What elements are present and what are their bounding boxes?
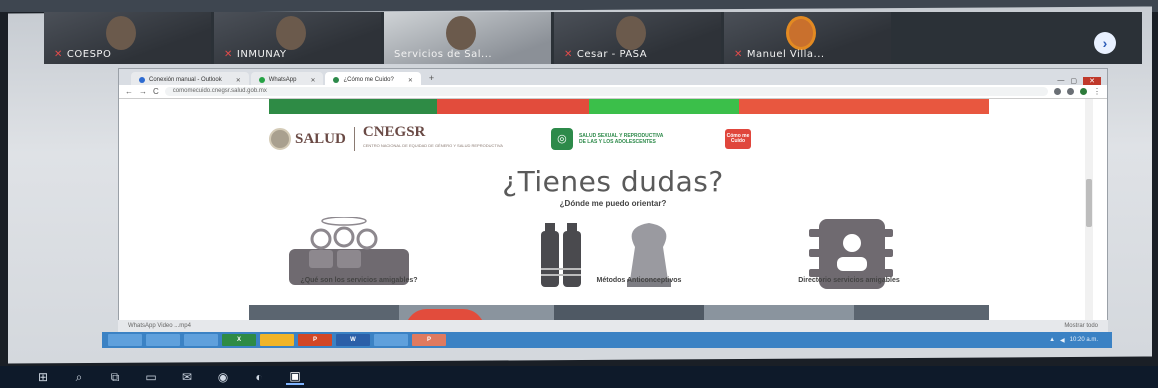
tab-bar: Conexión manual - Outlook ✕ WhatsApp ✕ ¿Có…: [119, 69, 1107, 85]
mail-icon[interactable]: ✉: [178, 370, 196, 384]
powerpoint-icon[interactable]: P: [298, 334, 332, 346]
downloads-bar: WhatsApp Video ...mp4 Mostrar todo: [118, 320, 1108, 332]
reload-icon[interactable]: C: [153, 87, 159, 96]
page-title: ¿Tienes dudas?: [502, 165, 724, 198]
clock[interactable]: 10:20 a.m.: [1070, 337, 1098, 344]
windows-taskbar: ⊞ ⌕ ⧉ ▭ ✉ ◉ ◐ ▣: [0, 366, 1158, 388]
participant-tile[interactable]: ✕ Cesar - PASA: [554, 12, 721, 64]
page-scrollbar[interactable]: [1085, 99, 1093, 331]
system-tray: ▲ ◀ 10:20 a.m.: [1049, 337, 1112, 344]
close-icon[interactable]: ✕: [236, 77, 241, 84]
participant-name: ✕ COESPO: [54, 49, 112, 60]
participant-name: ✕ INMUNAY: [224, 49, 287, 60]
taskbar-app-icon[interactable]: [146, 334, 180, 346]
close-icon[interactable]: ✕: [408, 77, 413, 84]
page-subtitle: ¿Dónde me puedo orientar?: [559, 199, 667, 208]
web-page: SALUD CNEGSR CENTRO NACIONAL DE EQUIDAD …: [119, 99, 1107, 331]
maximize-icon[interactable]: ▢: [1070, 77, 1077, 85]
como-me-cuido-logo[interactable]: Cómo me Cuido: [724, 129, 751, 149]
chrome-icon[interactable]: ◉: [214, 370, 232, 384]
participant-name: Servicios de Sal...: [394, 49, 493, 60]
participant-strip: ✕ COESPO ✕ INMUNAY Servicios de Sal... ✕ Ce…: [44, 12, 1142, 64]
card-label[interactable]: ¿Qué son los servicios amigables?: [249, 277, 469, 284]
volume-icon[interactable]: ◀: [1060, 337, 1065, 344]
whatsapp-icon: [258, 77, 265, 83]
card-servicios-amigables[interactable]: [259, 216, 459, 301]
salud-logo[interactable]: SALUD: [269, 128, 346, 150]
zoom-icon[interactable]: ▣: [286, 369, 304, 385]
card-label[interactable]: Directorio servicios amigables: [739, 277, 959, 284]
browser-window: Conexión manual - Outlook ✕ WhatsApp ✕ ¿Có…: [118, 68, 1108, 331]
profile-avatar[interactable]: [1080, 88, 1087, 95]
participant-name: ✕ Manuel Villa...: [734, 49, 825, 60]
participant-video: [106, 16, 136, 50]
word-icon[interactable]: W: [336, 334, 370, 346]
participant-tile[interactable]: Servicios de Sal...: [384, 12, 551, 64]
extension-icon[interactable]: [1067, 88, 1074, 95]
tab-como-me-cuido[interactable]: ¿Cómo me Cuido? ✕: [325, 72, 421, 85]
taskbar-app-icon[interactable]: [184, 334, 218, 346]
minimize-icon[interactable]: —: [1057, 77, 1064, 85]
task-view-icon[interactable]: ⧉: [106, 370, 124, 385]
edge-icon[interactable]: ◐: [250, 370, 268, 384]
outlook-icon: [139, 77, 145, 83]
card-metodos-anticonceptivos[interactable]: [519, 217, 719, 301]
file-explorer-icon[interactable]: ▭: [142, 370, 160, 384]
pdf-icon[interactable]: P: [412, 334, 446, 346]
government-seal-icon: [269, 128, 291, 150]
extension-icon[interactable]: [1054, 88, 1061, 95]
remote-taskbar: X P W P ▲ ◀ 10:20 a.m.: [102, 332, 1112, 348]
color-segment: [269, 99, 437, 114]
color-segment: [589, 99, 739, 114]
window-controls: — ▢ ✕: [1057, 77, 1107, 85]
show-all-link[interactable]: Mostrar todo: [1064, 323, 1098, 329]
participant-video: [276, 16, 306, 50]
participant-video: [616, 16, 646, 50]
forward-icon[interactable]: →: [139, 87, 147, 96]
taskbar-app-icon[interactable]: [108, 334, 142, 346]
chevron-right-icon[interactable]: ›: [1094, 32, 1116, 54]
close-window-icon[interactable]: ✕: [1083, 77, 1101, 85]
address-bar[interactable]: comomecuido.cnegsr.salud.gob.mx: [164, 87, 1048, 96]
color-banner: [269, 99, 989, 114]
cnegsr-logo[interactable]: CNEGSR CENTRO NACIONAL DE EQUIDAD DE GÉN…: [363, 125, 503, 153]
taskbar-app-icon[interactable]: [374, 334, 408, 346]
tab-outlook[interactable]: Conexión manual - Outlook ✕: [131, 72, 249, 85]
close-icon[interactable]: ✕: [310, 77, 315, 84]
back-icon[interactable]: ←: [125, 87, 133, 96]
excel-icon[interactable]: X: [222, 334, 256, 346]
participant-name: ✕ Cesar - PASA: [564, 49, 648, 60]
participant-tile[interactable]: ✕ INMUNAY: [214, 12, 381, 64]
mic-off-icon: ✕: [734, 49, 743, 60]
mic-off-icon: ✕: [224, 49, 233, 60]
chrome-icon[interactable]: [260, 334, 294, 346]
new-tab-button[interactable]: +: [423, 72, 440, 85]
color-segment: [437, 99, 589, 114]
menu-icon[interactable]: ⋮: [1093, 87, 1101, 96]
network-icon[interactable]: ▲: [1049, 337, 1055, 344]
card-directorio[interactable]: [809, 217, 1009, 301]
participant-video: [446, 16, 476, 50]
scroll-thumb[interactable]: [1086, 179, 1092, 227]
search-icon[interactable]: ⌕: [70, 370, 88, 385]
ssr-logo[interactable]: ◎ SALUD SEXUAL Y REPRODUCTIVA DE LAS Y L…: [550, 128, 669, 150]
card-label[interactable]: Métodos Anticonceptivos: [529, 277, 749, 284]
participant-tile[interactable]: ✕ COESPO: [44, 12, 211, 64]
download-item[interactable]: WhatsApp Video ...mp4: [128, 323, 191, 329]
windows-icon[interactable]: ⊞: [34, 370, 52, 384]
ssr-emblem-icon: ◎: [550, 128, 573, 150]
site-favicon-icon: [333, 77, 340, 83]
tab-whatsapp[interactable]: WhatsApp ✕: [250, 72, 324, 85]
browser-toolbar: ← → C comomecuido.cnegsr.salud.gob.mx ⋮: [119, 85, 1107, 99]
logo-row: SALUD CNEGSR CENTRO NACIONAL DE EQUIDAD …: [269, 124, 989, 154]
participant-video: [786, 16, 816, 50]
divider: [353, 127, 355, 151]
mic-off-icon: ✕: [54, 49, 63, 60]
mic-off-icon: ✕: [564, 49, 573, 60]
color-segment: [739, 99, 989, 114]
participant-tile[interactable]: ✕ Manuel Villa...: [724, 12, 891, 64]
